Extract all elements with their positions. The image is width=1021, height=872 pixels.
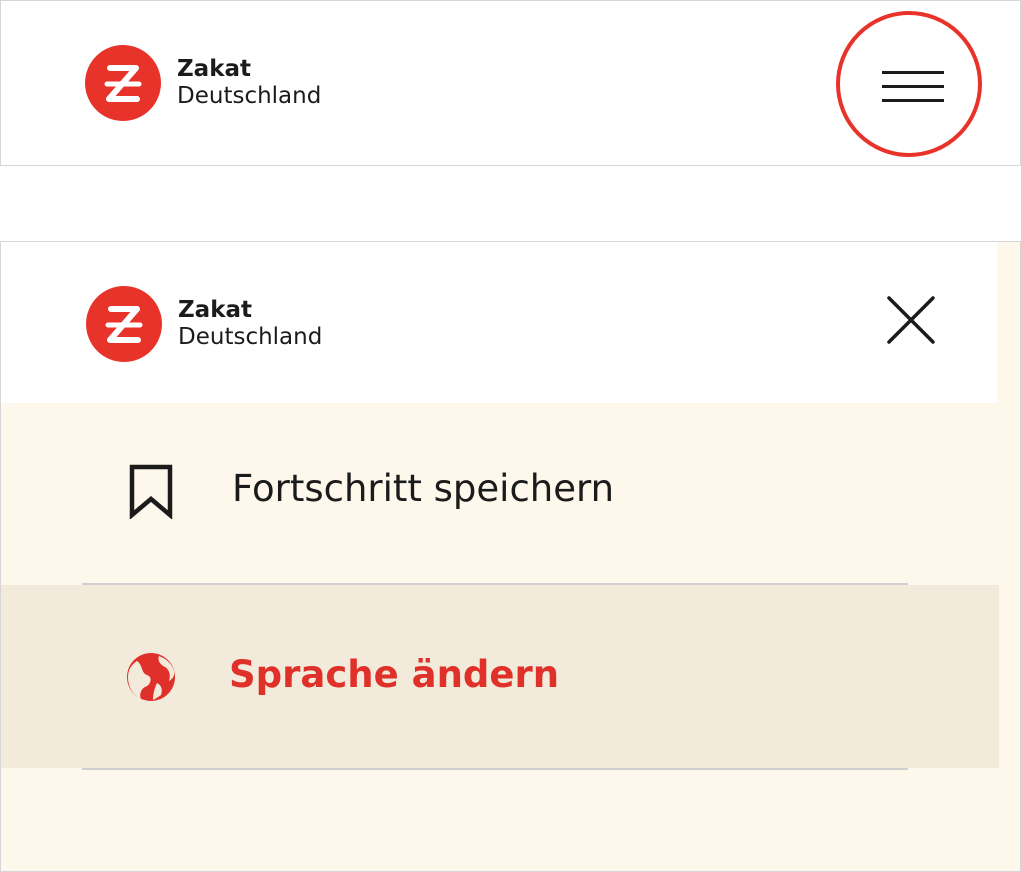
- hamburger-line-middle: [882, 85, 944, 88]
- hamburger-menu-button[interactable]: [836, 11, 982, 157]
- close-menu-button[interactable]: [879, 288, 943, 352]
- brand-text: Zakat Deutschland: [178, 297, 322, 351]
- brand-subtitle: Deutschland: [178, 324, 323, 350]
- bookmark-icon: [119, 459, 183, 523]
- globe-icon: [119, 645, 183, 709]
- menu-item-save-progress[interactable]: Fortschritt speichern: [1, 403, 999, 586]
- close-icon: [887, 296, 935, 344]
- brand-subtitle: Deutschland: [177, 83, 322, 109]
- mobile-menu-panel: Zakat Deutschland Fortschritt speichern: [0, 241, 1021, 872]
- brand-name: Zakat: [177, 56, 252, 82]
- site-header: Zakat Deutschland: [0, 0, 1021, 166]
- menu-divider: [82, 768, 908, 770]
- menu-item-label: Fortschritt speichern: [232, 467, 615, 510]
- hamburger-line-top: [882, 71, 944, 74]
- zakat-logo-icon: [85, 45, 161, 121]
- menu-item-change-language[interactable]: Sprache ändern: [1, 585, 999, 768]
- brand-logo[interactable]: Zakat Deutschland: [85, 45, 321, 121]
- brand-text: Zakat Deutschland: [177, 56, 321, 110]
- menu-item-label: Sprache ändern: [229, 653, 560, 696]
- hamburger-line-bottom: [882, 99, 944, 102]
- zakat-logo-icon: [86, 286, 162, 362]
- menu-header: Zakat Deutschland: [1, 242, 997, 403]
- brand-name: Zakat: [178, 297, 253, 323]
- brand-logo[interactable]: Zakat Deutschland: [86, 286, 322, 362]
